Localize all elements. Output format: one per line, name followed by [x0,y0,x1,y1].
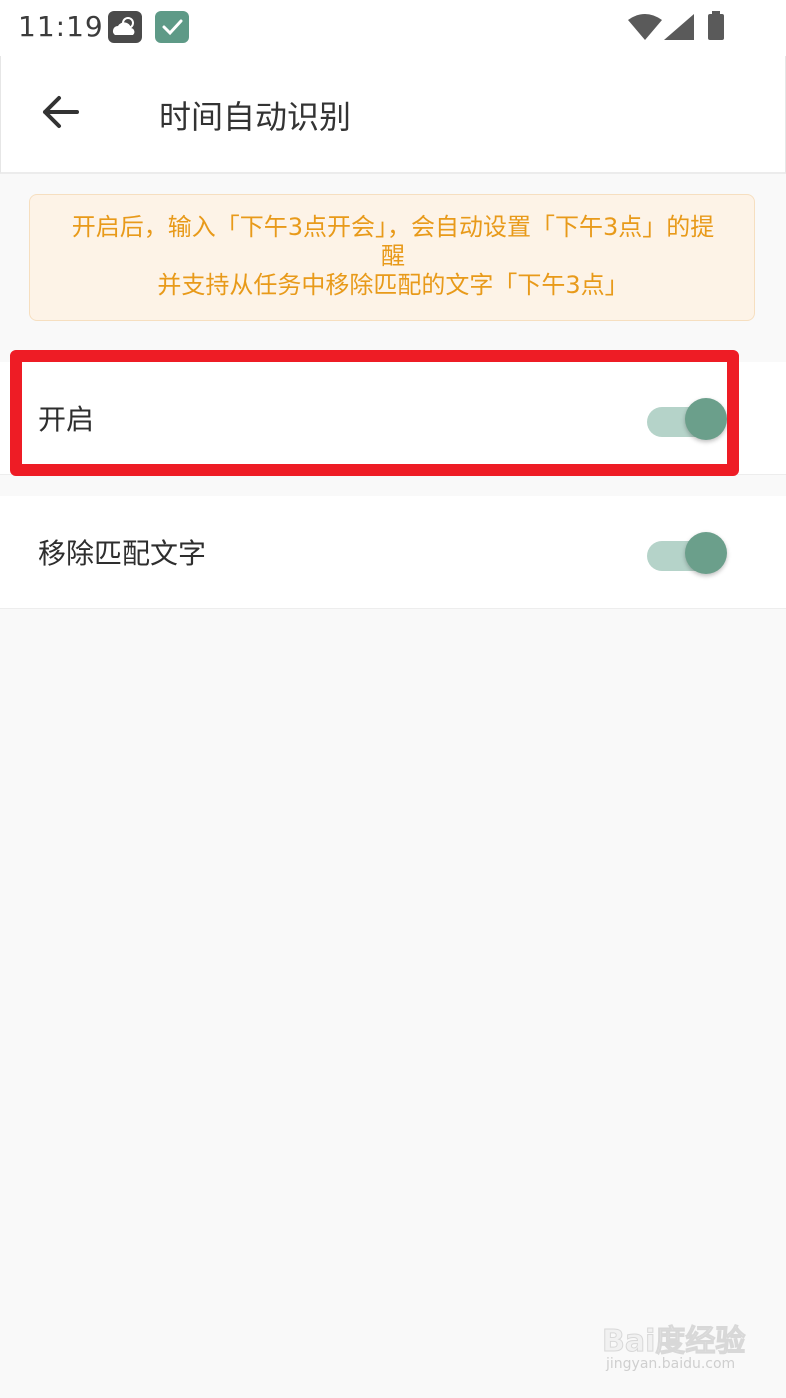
cell-signal-icon [664,14,694,44]
status-bar: 11:19 [0,0,786,56]
notice-line-1: 开启后，输入「下午3点开会」，会自动设置「下午3点」的提醒 [71,213,715,270]
watermark-url: jingyan.baidu.com [606,1356,736,1372]
enable-toggle[interactable] [647,397,729,441]
toggle-thumb [685,398,727,440]
remove-matched-text-toggle[interactable] [647,531,729,575]
app-check-icon [155,11,189,43]
arrow-left-icon [33,96,89,144]
status-time: 11:19 [18,10,104,43]
setting-label-enable: 开启 [38,403,95,436]
notice-line-2: 并支持从任务中移除匹配的文字「下午3点」 [157,271,629,299]
setting-row-remove-matched-text[interactable]: 移除匹配文字 [0,496,786,609]
toggle-thumb [685,532,727,574]
back-button[interactable] [33,84,89,140]
setting-label-remove-matched-text: 移除匹配文字 [38,537,207,570]
setting-row-enable[interactable]: 开启 [0,362,786,475]
notice-text: 开启后，输入「下午3点开会」，会自动设置「下午3点」的提醒 并支持从任务中移除匹… [70,213,716,300]
notice-card: 开启后，输入「下午3点开会」，会自动设置「下午3点」的提醒 并支持从任务中移除匹… [29,194,755,321]
wifi-icon [628,14,662,44]
weather-cloud-icon [108,11,142,43]
watermark: Bai度经验 jingyan.baidu.com [601,1316,752,1382]
page-title: 时间自动识别 [159,98,352,136]
app-bar: 时间自动识别 [0,56,786,174]
watermark-brand: Bai度经验 [601,1324,746,1360]
battery-icon [706,11,726,45]
